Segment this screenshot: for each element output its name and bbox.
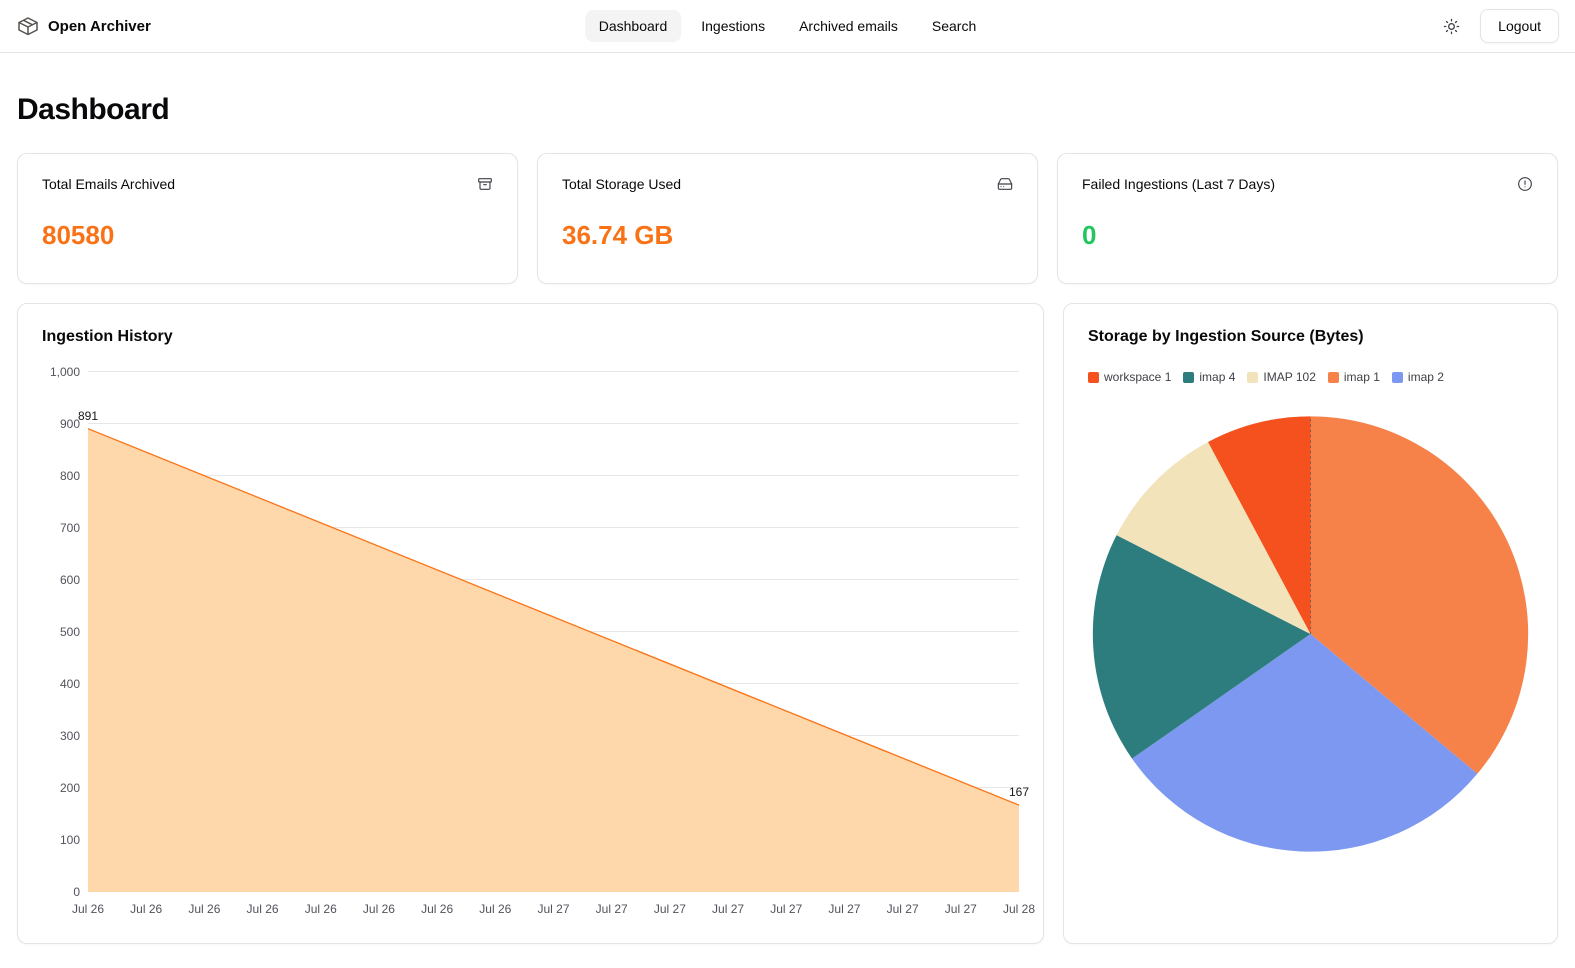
app-header: Open Archiver Dashboard Ingestions Archi… [0,0,1575,53]
area-svg [88,372,1019,892]
x-axis-label: Jul 27 [537,903,569,915]
area-fill [88,429,1019,892]
legend-item-imap-2[interactable]: imap 2 [1392,370,1444,384]
y-axis-label: 900 [60,418,80,430]
stat-title: Total Emails Archived [42,176,175,192]
stat-value-storage: 36.74 GB [562,220,1013,251]
theme-toggle-button[interactable] [1437,12,1466,41]
pie-chart [1088,410,1533,858]
stat-card-storage: Total Storage Used 36.74 GB [537,153,1038,284]
dashboard-page: Dashboard Total Emails Archived 80580 To… [0,53,1575,968]
x-axis-label: Jul 27 [654,903,686,915]
x-axis-label: Jul 27 [596,903,628,915]
x-axis-label: Jul 27 [712,903,744,915]
y-axis-label: 100 [60,834,80,846]
y-axis-label: 200 [60,782,80,794]
header-actions: Logout [1437,9,1559,43]
stats-row: Total Emails Archived 80580 Total Storag… [17,153,1558,284]
x-axis-label: Jul 26 [305,903,337,915]
alert-circle-icon [1517,176,1533,192]
x-axis: Jul 26 Jul 26 Jul 26 Jul 26 Jul 26 Jul 26 Jul … [88,892,1019,920]
stat-title: Total Storage Used [562,176,681,192]
legend-swatch [1183,372,1194,383]
x-axis-label: Jul 26 [130,903,162,915]
x-axis-label: Jul 26 [188,903,220,915]
legend-item-workspace-1[interactable]: workspace 1 [1088,370,1171,384]
archive-icon [477,176,493,192]
x-axis-label: Jul 27 [828,903,860,915]
stat-value-total-emails: 80580 [42,220,493,251]
y-axis-label: 700 [60,522,80,534]
nav-ingestions[interactable]: Ingestions [687,10,779,42]
legend-swatch [1328,372,1339,383]
x-axis-label: Jul 27 [945,903,977,915]
y-axis-label: 300 [60,730,80,742]
x-axis-label: Jul 27 [887,903,919,915]
legend-item-imap-102[interactable]: IMAP 102 [1247,370,1315,384]
sun-icon [1443,18,1460,35]
x-axis-label: Jul 27 [770,903,802,915]
legend-label: imap 4 [1199,370,1235,384]
y-axis-label: 0 [73,886,80,898]
x-axis-label: Jul 26 [421,903,453,915]
legend-label: imap 2 [1408,370,1444,384]
x-axis-label: Jul 26 [72,903,104,915]
pie-svg [1088,410,1533,858]
ingestion-history-card: Ingestion History 0 100 200 300 400 500 600 700… [17,303,1044,944]
area-plot: 891167 [88,372,1019,892]
legend-label: imap 1 [1344,370,1380,384]
stat-card-total-emails: Total Emails Archived 80580 [17,153,518,284]
y-axis-label: 500 [60,626,80,638]
pie-legend: workspace 1 imap 4 IMAP 102 imap 1 imap 2 [1088,370,1533,384]
y-axis-label: 800 [60,470,80,482]
x-axis-label: Jul 26 [479,903,511,915]
y-axis-label: 1,000 [50,366,80,378]
page-title: Dashboard [17,93,1558,127]
nav-search[interactable]: Search [918,10,990,42]
x-axis-label: Jul 28 [1003,903,1035,915]
charts-row: Ingestion History 0 100 200 300 400 500 600 700… [17,303,1558,944]
brand-name: Open Archiver [48,18,151,35]
app-logo-icon [16,14,40,38]
stat-title: Failed Ingestions (Last 7 Days) [1082,176,1275,192]
stat-card-failed-ingestions: Failed Ingestions (Last 7 Days) 0 [1057,153,1558,284]
hard-drive-icon [997,176,1013,192]
legend-item-imap-4[interactable]: imap 4 [1183,370,1235,384]
nav-dashboard[interactable]: Dashboard [585,10,682,42]
ingestion-history-chart: 01002003004005006007008009001,000 891167… [42,372,1019,920]
brand[interactable]: Open Archiver [16,14,151,38]
legend-swatch [1247,372,1258,383]
legend-item-imap-1[interactable]: imap 1 [1328,370,1380,384]
main-nav: Dashboard Ingestions Archived emails Sea… [585,10,991,42]
logout-button[interactable]: Logout [1480,9,1559,43]
stat-value-failed-ingestions: 0 [1082,220,1533,251]
legend-swatch [1088,372,1099,383]
x-axis-label: Jul 26 [247,903,279,915]
storage-by-source-title: Storage by Ingestion Source (Bytes) [1088,328,1533,346]
y-axis: 01002003004005006007008009001,000 [42,372,88,892]
y-axis-label: 400 [60,678,80,690]
legend-label: IMAP 102 [1263,370,1315,384]
legend-swatch [1392,372,1403,383]
storage-by-source-card: Storage by Ingestion Source (Bytes) work… [1063,303,1558,944]
y-axis-label: 600 [60,574,80,586]
x-axis-label: Jul 26 [363,903,395,915]
legend-label: workspace 1 [1104,370,1171,384]
ingestion-history-title: Ingestion History [42,328,1019,346]
nav-archived-emails[interactable]: Archived emails [785,10,912,42]
